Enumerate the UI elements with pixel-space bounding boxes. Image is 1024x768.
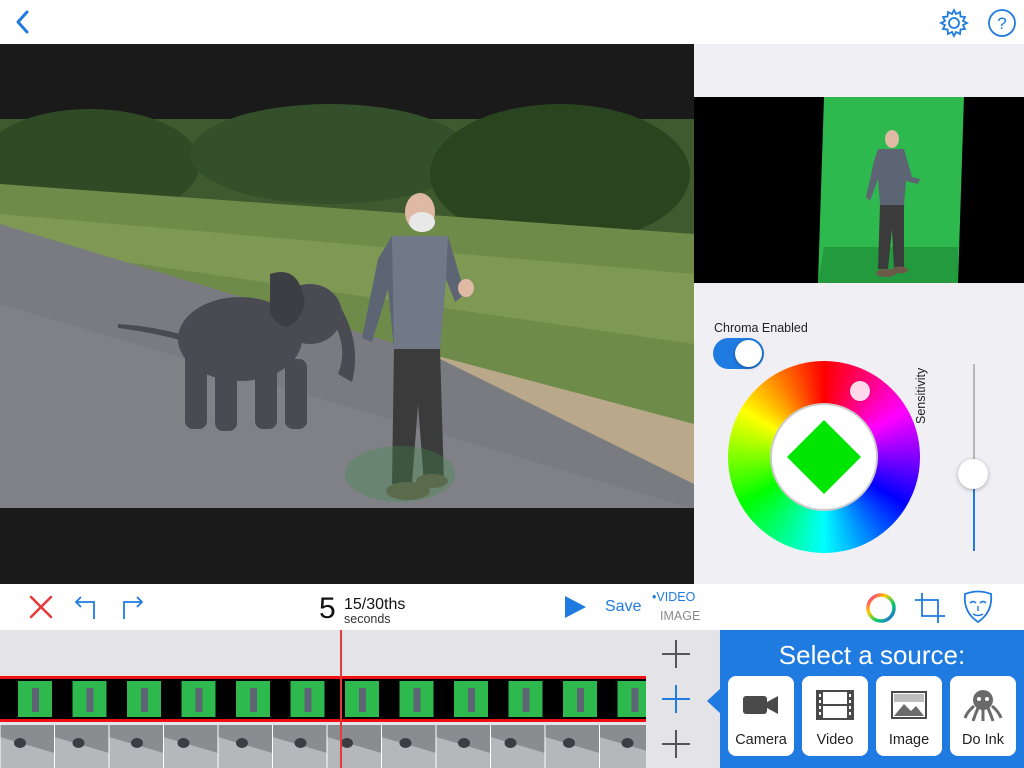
timeline[interactable] (0, 630, 646, 768)
color-ring-icon[interactable] (864, 591, 898, 625)
octopus-icon (963, 690, 1003, 722)
chroma-enabled-label: Chroma Enabled (714, 321, 808, 335)
video-camera-icon (743, 696, 778, 714)
undo-icon[interactable] (72, 593, 102, 621)
background-video-frames (0, 725, 646, 768)
playhead[interactable] (340, 630, 342, 768)
sensitivity-track[interactable] (973, 364, 975, 474)
mask-icon[interactable] (960, 588, 996, 626)
back-button[interactable] (10, 8, 36, 36)
green-screen-image (694, 97, 1024, 283)
camera-source-button[interactable]: Camera (728, 676, 794, 756)
redo-icon[interactable] (116, 593, 146, 621)
source-selector-popover: Select a source: Camera Video Image Do I… (720, 630, 1024, 768)
mode-image-option[interactable]: IMAGE (660, 609, 700, 623)
selected-color-swatch[interactable] (785, 418, 863, 496)
picture-icon (891, 691, 927, 719)
color-picker (728, 361, 920, 553)
app-root: ? Chroma Enabled Sensitivity 5 15/30ths … (0, 0, 1024, 768)
green-screen-source-thumbnail[interactable] (694, 97, 1024, 283)
mode-video-option[interactable]: •VIDEO (652, 590, 695, 604)
image-source-button[interactable]: Image (876, 676, 942, 756)
question-circle-icon: ? (988, 9, 1016, 37)
add-track-middle-icon[interactable] (660, 683, 692, 715)
green-screen-track[interactable] (0, 676, 646, 722)
green-screen-frames (0, 679, 646, 719)
gear-icon (938, 7, 970, 39)
video-source-button[interactable]: Video (802, 676, 868, 756)
time-frame-suffix: /30ths (361, 596, 406, 613)
source-selector-title: Select a source: (778, 640, 966, 670)
add-track-top-icon[interactable] (660, 638, 692, 670)
mode-video-label: VIDEO (656, 590, 696, 604)
time-seconds: 5 (319, 592, 336, 625)
hue-handle[interactable] (850, 381, 870, 401)
help-button[interactable]: ? (986, 7, 1018, 39)
time-unit-label: seconds (344, 612, 391, 626)
save-button[interactable]: Save (605, 598, 641, 616)
do-ink-source-button[interactable]: Do Ink (950, 676, 1016, 756)
settings-button[interactable] (938, 7, 970, 39)
delete-icon[interactable] (28, 594, 54, 620)
composite-scene-image (0, 44, 694, 584)
chevron-left-icon (16, 10, 29, 34)
film-strip-icon (816, 690, 854, 720)
background-video-track[interactable] (0, 725, 646, 768)
sensitivity-slider-knob[interactable] (958, 459, 988, 489)
time-frame-number: 15 (344, 596, 362, 613)
top-bar: ? (0, 0, 1024, 44)
sensitivity-label: Sensitivity (914, 367, 928, 424)
do-ink-source-label: Do Ink (962, 732, 1004, 748)
main-preview (0, 44, 694, 584)
image-source-label: Image (888, 732, 930, 748)
camera-source-label: Camera (735, 732, 787, 748)
add-track-bottom-icon[interactable] (660, 728, 692, 760)
source-popover-arrow (707, 688, 721, 714)
crop-icon[interactable] (912, 590, 948, 626)
video-source-label: Video (816, 732, 854, 748)
svg-text:?: ? (997, 14, 1006, 33)
play-icon[interactable] (562, 595, 588, 619)
chroma-panel: Chroma Enabled Sensitivity (694, 44, 1024, 584)
